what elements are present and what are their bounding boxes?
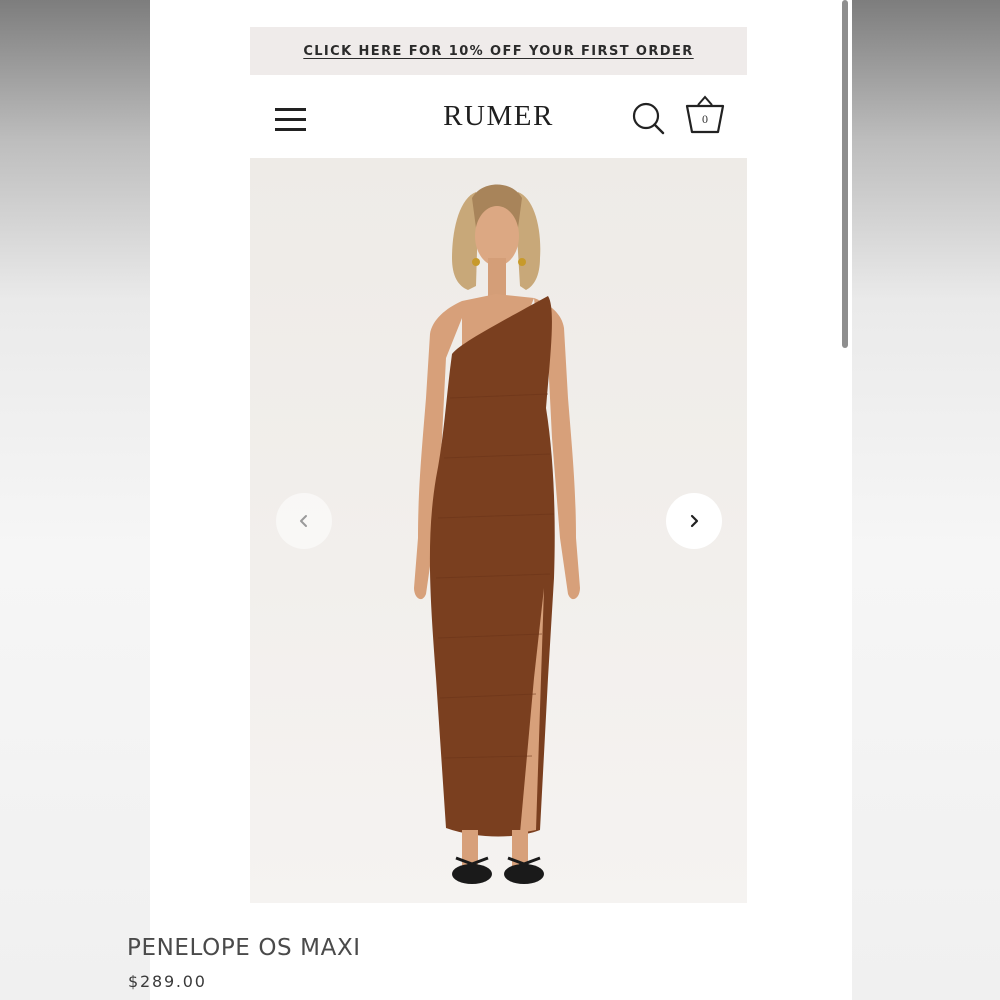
site-header: RUMER 0	[250, 80, 747, 158]
basket-icon[interactable]: 0	[684, 94, 728, 136]
product-price: $289.00	[128, 972, 207, 991]
chevron-left-icon	[300, 515, 307, 527]
promo-link[interactable]: CLICK HERE FOR 10% OFF YOUR FIRST ORDER	[303, 44, 693, 59]
brand-logo[interactable]: RUMER	[250, 100, 747, 133]
page-scrollbar[interactable]	[842, 0, 848, 348]
right-background-panel	[852, 0, 1000, 1000]
promo-banner: CLICK HERE FOR 10% OFF YOUR FIRST ORDER	[250, 27, 747, 75]
left-background-panel	[0, 0, 150, 1000]
cart-count: 0	[702, 112, 708, 126]
next-image-button[interactable]	[666, 493, 722, 549]
product-title: PENELOPE OS MAXI	[127, 935, 361, 961]
previous-image-button[interactable]	[276, 493, 332, 549]
search-icon[interactable]	[631, 101, 667, 137]
chevron-right-icon	[690, 514, 699, 528]
mobile-page: CLICK HERE FOR 10% OFF YOUR FIRST ORDER …	[150, 0, 852, 1000]
product-image-gallery[interactable]	[250, 158, 747, 903]
